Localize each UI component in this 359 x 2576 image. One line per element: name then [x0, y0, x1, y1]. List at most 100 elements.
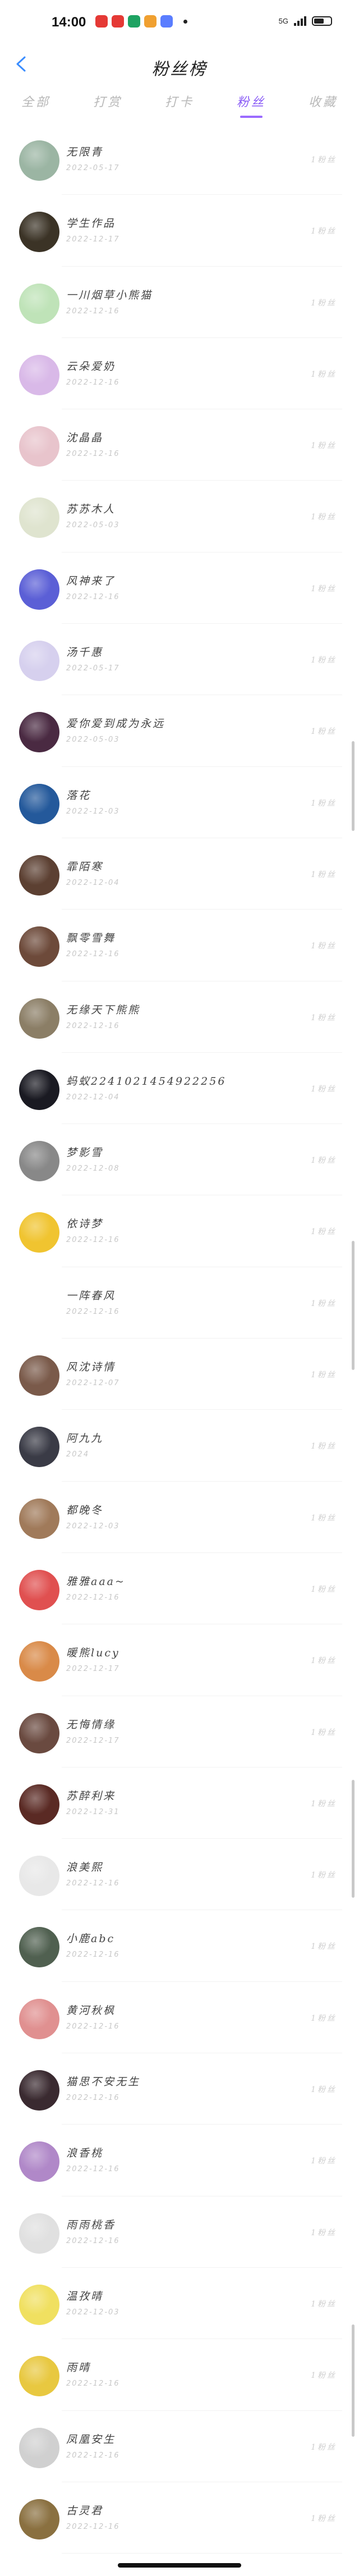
list-item[interactable]: 飘零雪舞 2022-12-16 1粉丝	[0, 910, 359, 981]
list-item[interactable]: 凤凰安生 2022-12-16 1粉丝	[0, 2411, 359, 2483]
avatar[interactable]	[19, 783, 59, 824]
avatar[interactable]	[19, 2284, 59, 2325]
list-item[interactable]: 落花 2022-12-03 1粉丝	[0, 767, 359, 839]
list-item[interactable]: 风沈诗情 2022-12-07 1粉丝	[0, 1339, 359, 1410]
list-item[interactable]: 霏陌寒 2022-12-04 1粉丝	[0, 838, 359, 910]
avatar[interactable]	[19, 1212, 59, 1253]
list-item[interactable]: 古灵君 2022-12-16 1粉丝	[0, 2482, 359, 2554]
battery-icon	[312, 16, 332, 26]
tab-1[interactable]: 打赏	[72, 84, 144, 124]
user-name: 云朵爱奶	[66, 360, 116, 373]
tab-2[interactable]: 打卡	[144, 84, 215, 124]
avatar[interactable]	[19, 1069, 59, 1110]
avatar[interactable]	[19, 140, 59, 181]
avatar-image	[19, 926, 59, 967]
avatar[interactable]	[19, 1141, 59, 1182]
list-item[interactable]: 阿九九 2024 1粉丝	[0, 1410, 359, 1482]
status-app-icon	[95, 15, 108, 28]
user-name: 凤凰安生	[66, 2433, 116, 2446]
list-item[interactable]: 学生作品 2022-12-17 1粉丝	[0, 195, 359, 267]
avatar-image	[19, 569, 59, 610]
avatar[interactable]	[19, 641, 59, 682]
list-item[interactable]: 蚂蚁2241021454922256 2022-12-04 1粉丝	[0, 1053, 359, 1125]
avatar-image	[19, 1998, 59, 2039]
avatar[interactable]	[19, 497, 59, 538]
fan-count: 1粉丝	[311, 2442, 337, 2452]
list-item[interactable]: 雅雅aaa~ 2022-12-16 1粉丝	[0, 1553, 359, 1625]
list-item[interactable]: 浪香桃 2022-12-16 1粉丝	[0, 2125, 359, 2196]
list-item[interactable]: 雨雨桃香 2022-12-16 1粉丝	[0, 2196, 359, 2268]
avatar[interactable]	[19, 2356, 59, 2397]
avatar[interactable]	[19, 1856, 59, 1897]
scrollbar-segment[interactable]	[352, 2324, 355, 2437]
avatar[interactable]	[19, 2141, 59, 2182]
join-date: 2022-12-17	[66, 1736, 120, 1745]
user-name: 暖熊lucy	[66, 1647, 120, 1660]
avatar[interactable]	[19, 1998, 59, 2039]
list-item[interactable]: 暖熊lucy 2022-12-17 1粉丝	[0, 1624, 359, 1696]
list-item[interactable]: 温孜晴 2022-12-03 1粉丝	[0, 2268, 359, 2340]
avatar[interactable]	[19, 712, 59, 753]
list-item[interactable]: 一阵春风 2022-12-16 1粉丝	[0, 1267, 359, 1339]
scrollbar-segment[interactable]	[352, 1780, 355, 1898]
list-item[interactable]: 苏醉利来 2022-12-31 1粉丝	[0, 1767, 359, 1839]
list-item[interactable]: 雨晴 2022-12-16 1粉丝	[0, 2339, 359, 2411]
scrollbar-segment[interactable]	[352, 1241, 355, 1370]
list-item[interactable]: 依诗梦 2022-12-16 1粉丝	[0, 1195, 359, 1268]
avatar[interactable]	[19, 354, 59, 395]
list-item[interactable]: 苏苏木人 2022-05-03 1粉丝	[0, 481, 359, 553]
avatar[interactable]	[19, 212, 59, 253]
avatar[interactable]	[19, 1427, 59, 1468]
list-item[interactable]: 爱你爱到成为永远 2022-05-03 1粉丝	[0, 695, 359, 767]
scrollbar-segment[interactable]	[352, 741, 355, 831]
list-item[interactable]: 汤千惠 2022-05-17 1粉丝	[0, 624, 359, 696]
avatar[interactable]	[19, 1498, 59, 1539]
avatar[interactable]	[19, 1784, 59, 1825]
user-name: 汤千惠	[66, 646, 104, 659]
list-item[interactable]: 沈晶晶 2022-12-16 1粉丝	[0, 409, 359, 481]
avatar[interactable]	[19, 1927, 59, 1968]
avatar-image	[19, 712, 59, 753]
avatar[interactable]	[19, 1284, 59, 1324]
list-item[interactable]: 风神来了 2022-12-16 1粉丝	[0, 552, 359, 624]
avatar-image	[19, 641, 59, 682]
list-item[interactable]: 小鹿abc 2022-12-16 1粉丝	[0, 1910, 359, 1983]
list-item[interactable]: 浪美熙 2022-12-16 1粉丝	[0, 1839, 359, 1911]
avatar[interactable]	[19, 2213, 59, 2254]
tab-0[interactable]: 全部	[0, 84, 72, 124]
list-item[interactable]: 无限青 2022-05-17 1粉丝	[0, 124, 359, 195]
avatar[interactable]	[19, 2427, 59, 2468]
user-name: 蚂蚁2241021454922256	[66, 1075, 227, 1088]
list-item[interactable]: 云朵爱奶 2022-12-16 1粉丝	[0, 338, 359, 410]
avatar[interactable]	[19, 1641, 59, 1682]
list-item[interactable]: 一川烟草小熊猫 2022-12-16 1粉丝	[0, 267, 359, 339]
list-item[interactable]: 无悔情缘 2022-12-17 1粉丝	[0, 1696, 359, 1768]
avatar[interactable]	[19, 855, 59, 896]
avatar[interactable]	[19, 1712, 59, 1753]
avatar[interactable]	[19, 2499, 59, 2540]
avatar-image	[19, 283, 59, 324]
avatar[interactable]	[19, 926, 59, 967]
list-item[interactable]: 都晚冬 2022-12-03 1粉丝	[0, 1482, 359, 1554]
fan-count: 1粉丝	[311, 942, 337, 951]
list-item[interactable]: 猫思不安无生 2022-12-16 1粉丝	[0, 2053, 359, 2125]
avatar-image	[19, 783, 59, 824]
avatar-image	[19, 497, 59, 538]
tab-4[interactable]: 收藏	[287, 84, 359, 124]
list-item[interactable]: 黄河秋枫 2022-12-16 1粉丝	[0, 1982, 359, 2054]
fan-count: 1粉丝	[311, 2371, 337, 2381]
list-item[interactable]: 梦影雪 2022-12-08 1粉丝	[0, 1124, 359, 1196]
home-indicator[interactable]	[118, 2563, 241, 2568]
status-indicators: 5G	[279, 16, 332, 26]
user-name: 浪美熙	[66, 1861, 104, 1874]
avatar[interactable]	[19, 1355, 59, 1396]
avatar[interactable]	[19, 426, 59, 467]
avatar[interactable]	[19, 1569, 59, 1610]
avatar[interactable]	[19, 283, 59, 324]
tab-3[interactable]: 粉丝	[215, 84, 287, 124]
list-item[interactable]: 无缘天下熊熊 2022-12-16 1粉丝	[0, 981, 359, 1053]
user-name: 猫思不安无生	[66, 2076, 141, 2089]
avatar[interactable]	[19, 569, 59, 610]
avatar[interactable]	[19, 998, 59, 1039]
avatar[interactable]	[19, 2070, 59, 2111]
